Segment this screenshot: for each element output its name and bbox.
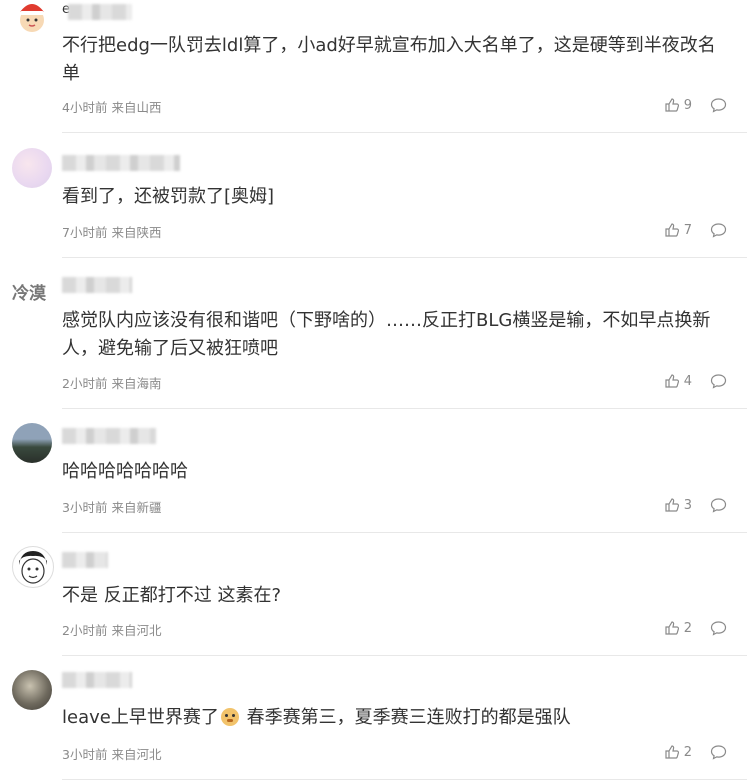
avatar[interactable]	[12, 546, 54, 588]
avatar[interactable]	[12, 0, 52, 36]
comment-time: 3小时前	[62, 747, 108, 762]
like-button[interactable]: 9	[664, 97, 692, 113]
username-blurred[interactable]	[62, 672, 132, 688]
comment-location: 来自海南	[111, 376, 162, 391]
like-count: 2	[683, 620, 692, 636]
comment-bubble-icon[interactable]	[710, 497, 727, 513]
comment-actions: 2	[664, 744, 727, 760]
comment-location: 来自山西	[111, 100, 162, 115]
like-count: 3	[683, 497, 692, 513]
comment-actions: 3	[664, 497, 727, 513]
comment-text: 看到了，还被罚款了[奥姆]	[62, 186, 275, 207]
thumbs-up-icon	[665, 745, 679, 759]
comment-time: 4小时前	[62, 100, 108, 115]
comment-actions: 4	[664, 373, 727, 389]
comment-bubble-icon[interactable]	[710, 373, 727, 389]
thumbs-up-icon	[665, 374, 679, 388]
comment-time: 2小时前	[62, 376, 108, 391]
comment-item: 不是 反正都打不过 这素在? 2小时前 来自河北 2	[0, 532, 747, 656]
comment-bubble-icon[interactable]	[710, 620, 727, 636]
comment-meta: 7小时前 来自陕西	[62, 222, 161, 241]
username-blurred[interactable]	[62, 552, 108, 568]
comment-text-part: 春季赛第三，夏季赛三连败打的都是强队	[240, 707, 571, 728]
like-button[interactable]: 3	[664, 497, 692, 513]
thumbs-up-icon	[665, 223, 679, 237]
comment-item: e 不行把edg一队罚去ldl算了，小ad好早就宣布加入大名单了，这是硬等到半夜…	[0, 0, 747, 133]
comment-item: 冷漠 感觉队内应该没有很和谐吧（下野啥的）……反正打BLG横竖是输，不如早点换新…	[0, 257, 747, 409]
like-count: 2	[683, 744, 692, 760]
like-button[interactable]: 7	[664, 222, 692, 238]
like-count: 4	[683, 373, 692, 389]
comment-time: 2小时前	[62, 623, 108, 638]
comment-meta: 4小时前 来自山西	[62, 97, 161, 116]
comment-location: 来自河北	[111, 623, 162, 638]
avatar[interactable]: 冷漠	[12, 279, 62, 309]
comment-bubble-icon[interactable]	[710, 97, 727, 113]
comment-text: 不行把edg一队罚去ldl算了，小ad好早就宣布加入大名单了，这是硬等到半夜改名…	[62, 35, 716, 84]
username-blurred[interactable]	[68, 4, 132, 20]
comment-meta: 3小时前 来自河北	[62, 744, 161, 763]
username-blurred[interactable]	[62, 428, 156, 444]
comment-item: 看到了，还被罚款了[奥姆] 7小时前 来自陕西 7	[0, 133, 747, 258]
avatar[interactable]	[12, 148, 52, 188]
comment-actions: 7	[664, 222, 727, 238]
doge-emoji-icon	[220, 708, 239, 726]
like-button[interactable]: 2	[664, 744, 692, 760]
comment-actions: 9	[664, 97, 727, 113]
like-count: 7	[683, 222, 692, 238]
like-button[interactable]: 4	[664, 373, 692, 389]
comment-location: 来自河北	[111, 747, 162, 762]
avatar[interactable]	[12, 423, 52, 463]
comment-time: 3小时前	[62, 500, 108, 515]
thumbs-up-icon	[665, 621, 679, 635]
comment-meta: 2小时前 来自海南	[62, 373, 161, 392]
comment-bubble-icon[interactable]	[710, 744, 727, 760]
comment-meta: 3小时前 来自新疆	[62, 497, 161, 516]
thumbs-up-icon	[665, 498, 679, 512]
thumbs-up-icon	[665, 98, 679, 112]
username-blurred[interactable]	[62, 155, 180, 171]
like-count: 9	[683, 97, 692, 113]
comment-item: leave上早世界赛了 春季赛第三，夏季赛三连败打的都是强队 3小时前 来自河北…	[0, 656, 747, 780]
username-blurred[interactable]	[62, 277, 132, 293]
comment-text-part: leave上早世界赛了	[62, 707, 219, 728]
comment-text: 感觉队内应该没有很和谐吧（下野啥的）……反正打BLG横竖是输，不如早点换新人，避…	[62, 310, 711, 359]
comment-meta: 2小时前 来自河北	[62, 620, 161, 639]
comment-text: leave上早世界赛了 春季赛第三，夏季赛三连败打的都是强队	[62, 704, 725, 732]
comment-item: 哈哈哈哈哈哈哈 3小时前 来自新疆 3	[0, 408, 747, 533]
like-button[interactable]: 2	[664, 620, 692, 636]
comment-location: 来自新疆	[111, 500, 162, 515]
comment-location: 来自陕西	[111, 225, 162, 240]
avatar[interactable]	[12, 670, 52, 710]
comment-bubble-icon[interactable]	[710, 222, 727, 238]
comment-time: 7小时前	[62, 225, 108, 240]
comment-text: 不是 反正都打不过 这素在?	[62, 585, 281, 606]
comment-text: 哈哈哈哈哈哈哈	[62, 461, 188, 482]
comment-actions: 2	[664, 620, 727, 636]
